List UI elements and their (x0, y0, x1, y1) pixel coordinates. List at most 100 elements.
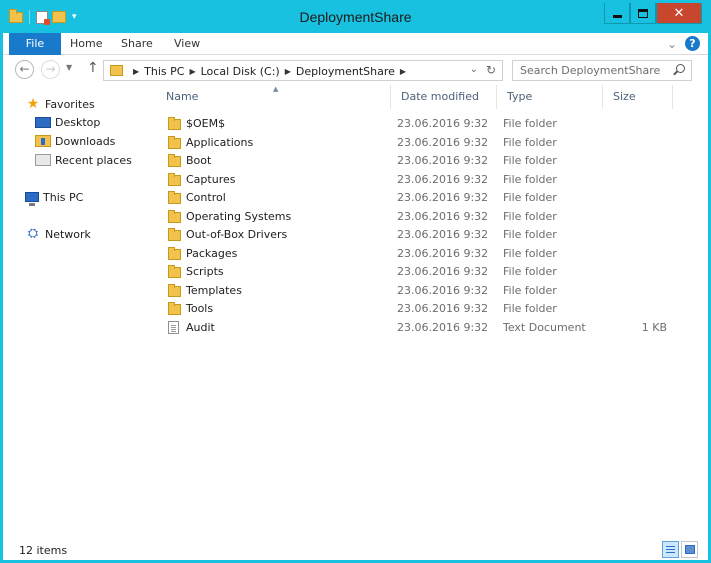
nav-recent-places[interactable]: Recent places (35, 151, 132, 169)
file-name: Out-of-Box Drivers (186, 228, 288, 241)
title-bar[interactable]: ▾ DeploymentShare ✕ (3, 3, 708, 33)
file-size (603, 171, 667, 189)
file-name: $OEM$ (186, 117, 226, 130)
tab-view[interactable]: View (174, 33, 200, 55)
breadcrumb-arrow-icon[interactable]: ▶ (285, 67, 291, 76)
file-row[interactable]: Audit 23.06.2016 9:32 Text Document 1 KB (156, 319, 674, 337)
search-input[interactable] (513, 61, 671, 80)
file-date-modified: 23.06.2016 9:32 (397, 209, 489, 223)
breadcrumb-this-pc[interactable]: This PC (144, 65, 184, 78)
file-row[interactable]: Boot 23.06.2016 9:32 File folder (156, 152, 674, 170)
column-header-name[interactable]: ▲ Name (156, 85, 391, 109)
downloads-icon (35, 135, 51, 147)
file-row[interactable]: Scripts 23.06.2016 9:32 File folder (156, 263, 674, 281)
tab-file[interactable]: File (9, 33, 61, 55)
minimize-button[interactable] (604, 3, 630, 24)
column-header-date-modified[interactable]: Date modified (391, 85, 497, 109)
sort-ascending-icon: ▲ (273, 85, 279, 93)
breadcrumb-deploymentshare[interactable]: DeploymentShare (296, 65, 395, 78)
file-type: File folder (503, 209, 557, 223)
details-view-button[interactable] (662, 541, 679, 558)
large-icons-view-button[interactable] (681, 541, 698, 558)
folder-icon (168, 209, 181, 223)
file-date-modified: 23.06.2016 9:32 (397, 172, 489, 186)
nav-desktop[interactable]: Desktop (35, 113, 100, 131)
tab-home[interactable]: Home (70, 33, 102, 55)
maximize-button[interactable] (630, 3, 656, 24)
folder-icon (168, 283, 181, 297)
search-box[interactable] (512, 60, 692, 81)
expand-ribbon-icon[interactable]: ⌄ (667, 37, 677, 51)
file-row[interactable]: Control 23.06.2016 9:32 File folder (156, 189, 674, 207)
file-size (603, 282, 667, 300)
folder-icon (168, 191, 181, 204)
folder-icon (110, 65, 123, 76)
file-row[interactable]: $OEM$ 23.06.2016 9:32 File folder (156, 115, 674, 133)
nav-this-pc-label: This PC (43, 190, 84, 204)
nav-downloads-label: Downloads (55, 134, 116, 148)
file-date-modified: 23.06.2016 9:32 (397, 246, 489, 260)
search-icon[interactable] (676, 64, 685, 73)
file-row[interactable]: Applications 23.06.2016 9:32 File folder (156, 134, 674, 152)
explorer-window: ▾ DeploymentShare ✕ File Home Share View… (0, 0, 711, 563)
file-type: File folder (503, 246, 557, 260)
up-button[interactable]: ↑ (87, 60, 99, 76)
file-size (603, 245, 667, 263)
file-row[interactable]: Captures 23.06.2016 9:32 File folder (156, 171, 674, 189)
nav-network[interactable]: ⛭ Network (25, 225, 91, 243)
back-button[interactable]: ← (15, 60, 34, 79)
file-type: File folder (503, 228, 557, 241)
file-name: Scripts (186, 265, 224, 278)
file-type: File folder (503, 283, 557, 297)
address-row: ← → ▼ ↑ ▶ This PC ▶ Local Disk (C:) ▶ De… (3, 56, 708, 84)
recent-locations-icon[interactable]: ▼ (66, 63, 72, 72)
folder-icon (168, 154, 181, 167)
breadcrumb: ▶ This PC ▶ Local Disk (C:) ▶ Deployment… (128, 61, 411, 82)
breadcrumb-arrow-icon[interactable]: ▶ (189, 67, 195, 76)
file-date-modified: 23.06.2016 9:32 (397, 228, 489, 241)
file-name: Control (186, 191, 226, 204)
file-row[interactable]: Tools 23.06.2016 9:32 File folder (156, 300, 674, 318)
refresh-icon[interactable]: ↻ (486, 63, 496, 77)
tab-share[interactable]: Share (121, 33, 153, 55)
file-row[interactable]: Templates 23.06.2016 9:32 File folder (156, 282, 674, 300)
breadcrumb-local-disk[interactable]: Local Disk (C:) (201, 65, 280, 78)
file-size (603, 300, 667, 318)
file-type: File folder (503, 117, 557, 130)
column-header-type-label: Type (507, 90, 533, 103)
breadcrumb-arrow-icon[interactable]: ▶ (133, 67, 139, 76)
nav-network-label: Network (45, 227, 91, 241)
close-button[interactable]: ✕ (656, 3, 702, 24)
file-type: File folder (503, 265, 557, 278)
help-icon[interactable]: ? (685, 36, 700, 51)
file-date-modified: 23.06.2016 9:32 (397, 135, 489, 149)
file-date-modified: 23.06.2016 9:32 (397, 265, 489, 278)
column-header-size[interactable]: Size (603, 85, 673, 109)
file-name: Captures (186, 172, 236, 186)
forward-button[interactable]: → (41, 60, 60, 79)
nav-recent-places-label: Recent places (55, 153, 132, 167)
column-header-type[interactable]: Type (497, 85, 603, 109)
nav-favorites[interactable]: ★ Favorites (25, 95, 95, 113)
folder-icon (168, 172, 181, 186)
nav-downloads[interactable]: Downloads (35, 132, 115, 150)
breadcrumb-arrow-icon[interactable]: ▶ (400, 67, 406, 76)
details-view-icon (666, 546, 675, 547)
nav-this-pc[interactable]: This PC (25, 188, 83, 206)
file-size (603, 226, 667, 244)
file-row[interactable]: Operating Systems 23.06.2016 9:32 File fol… (156, 208, 674, 226)
text-document-icon (168, 320, 179, 334)
chevron-down-icon[interactable]: ⌄ (470, 64, 478, 75)
view-switcher (662, 541, 698, 558)
file-type: File folder (503, 191, 557, 204)
close-icon: ✕ (673, 5, 685, 21)
file-type: File folder (503, 154, 557, 167)
file-size (603, 263, 667, 281)
window-title: DeploymentShare (299, 9, 412, 25)
file-row[interactable]: Packages 23.06.2016 9:32 File folder (156, 245, 674, 263)
folder-icon (168, 246, 181, 260)
file-row[interactable]: Out-of-Box Drivers 23.06.2016 9:32 File fo… (156, 226, 674, 244)
folder-icon (168, 265, 181, 278)
file-date-modified: 23.06.2016 9:32 (397, 191, 489, 204)
address-bar[interactable]: ▶ This PC ▶ Local Disk (C:) ▶ Deployment… (103, 60, 503, 81)
